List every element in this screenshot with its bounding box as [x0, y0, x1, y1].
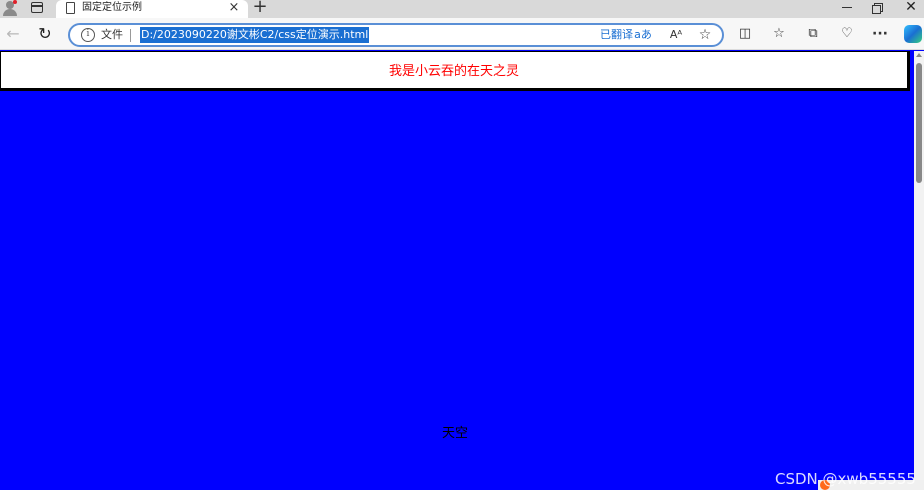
vertical-scrollbar[interactable]	[914, 51, 924, 490]
page-file-icon	[66, 2, 75, 14]
restore-button[interactable]	[862, 0, 892, 16]
performance-icon[interactable]: ♡	[837, 24, 857, 44]
fixed-header: 我是小云吞的在天之灵	[0, 51, 910, 91]
copilot-icon[interactable]	[904, 25, 922, 43]
translated-label[interactable]: 已翻译	[600, 28, 633, 42]
tab-active[interactable]: 固定定位示例 ×	[56, 0, 248, 18]
watermark: CSDN @xwb55555	[775, 470, 916, 488]
info-icon[interactable]: i	[81, 28, 95, 42]
tab-actions-menu-icon[interactable]	[26, 1, 48, 15]
restore-icon	[872, 2, 883, 14]
minimize-button[interactable]	[832, 0, 862, 16]
read-aloud-icon[interactable]: Aᴬ	[667, 27, 685, 43]
favorites-icon[interactable]: ☆	[769, 24, 789, 44]
profile-avatar-icon[interactable]	[2, 0, 18, 16]
collections-icon[interactable]: ⧉	[803, 24, 823, 44]
fixed-header-text: 我是小云吞的在天之灵	[388, 64, 519, 79]
notification-dot	[13, 0, 17, 4]
back-button[interactable]: ←	[2, 23, 24, 45]
reload-button[interactable]: ↻	[34, 23, 56, 45]
scroll-thumb[interactable]	[916, 63, 922, 183]
window-close-button[interactable]: ✕	[896, 0, 924, 16]
body-text: 天空	[442, 426, 469, 441]
split-screen-icon[interactable]: ◫	[735, 24, 755, 44]
minimize-icon	[842, 7, 852, 8]
more-menu-icon[interactable]: ···	[870, 24, 890, 44]
tab-close-icon[interactable]: ×	[226, 0, 242, 16]
new-tab-button[interactable]: +	[251, 0, 269, 16]
address-bar[interactable]: i 文件 D:/2023090220谢文彬C2/css定位演示.html 已翻译…	[68, 23, 724, 47]
tab-title: 固定定位示例	[82, 2, 142, 13]
page-viewport: 我是小云吞的在天之灵 天空	[0, 51, 914, 490]
scroll-up-icon[interactable]	[916, 53, 922, 57]
url-text[interactable]: D:/2023090220谢文彬C2/css定位演示.html	[140, 27, 370, 43]
address-divider	[130, 29, 131, 42]
site-info-label[interactable]: 文件	[101, 28, 123, 42]
favorite-star-icon[interactable]: ☆	[696, 27, 714, 43]
translate-icon[interactable]: aあ	[634, 27, 652, 43]
tab-strip: 固定定位示例 × + ✕	[0, 0, 924, 18]
navigation-bar: ← ↻ i 文件 D:/2023090220谢文彬C2/css定位演示.html…	[0, 18, 924, 50]
